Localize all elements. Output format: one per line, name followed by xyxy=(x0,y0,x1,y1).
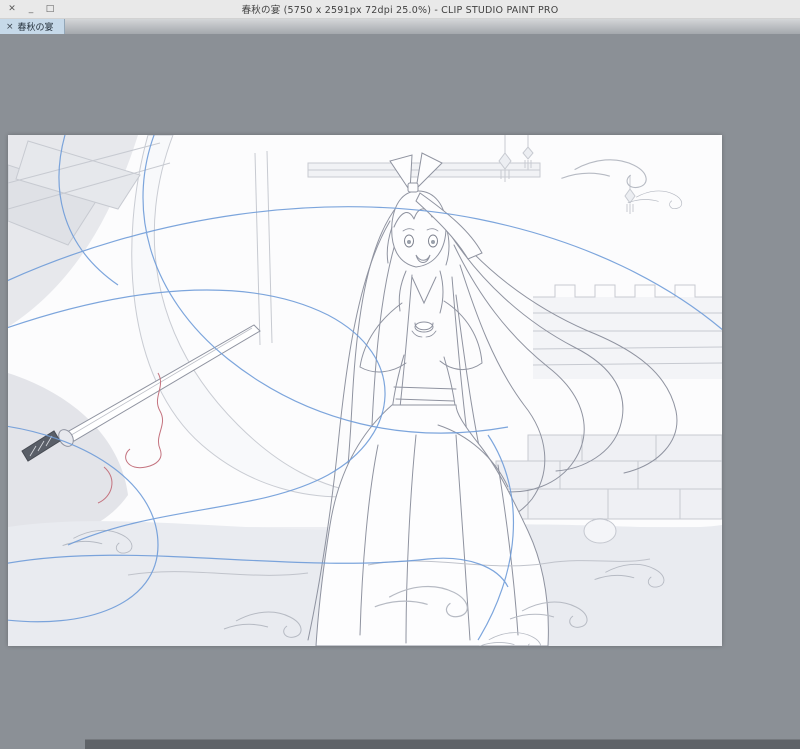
canvas-workspace xyxy=(0,34,800,749)
bottom-panel-edge xyxy=(85,739,800,749)
window-title: 春秋の宴 (5750 x 2591px 72dpi 25.0%) - CLIP … xyxy=(241,5,559,16)
tab-close-icon[interactable]: × xyxy=(6,22,14,32)
drawing-canvas[interactable] xyxy=(8,135,722,646)
window-titlebar: ✕ _ □ 春秋の宴 (5750 x 2591px 72dpi 25.0%) -… xyxy=(0,0,800,19)
window-controls: ✕ _ □ xyxy=(7,0,55,18)
window-maximize-button[interactable]: □ xyxy=(45,4,55,14)
tab-label: 春秋の宴 xyxy=(17,23,54,33)
document-tab-bar: × 春秋の宴 xyxy=(0,19,800,34)
window-minimize-button[interactable]: _ xyxy=(26,4,36,14)
canvas-artwork xyxy=(8,135,722,646)
window-close-button[interactable]: ✕ xyxy=(7,4,17,14)
document-tab[interactable]: × 春秋の宴 xyxy=(0,19,65,34)
